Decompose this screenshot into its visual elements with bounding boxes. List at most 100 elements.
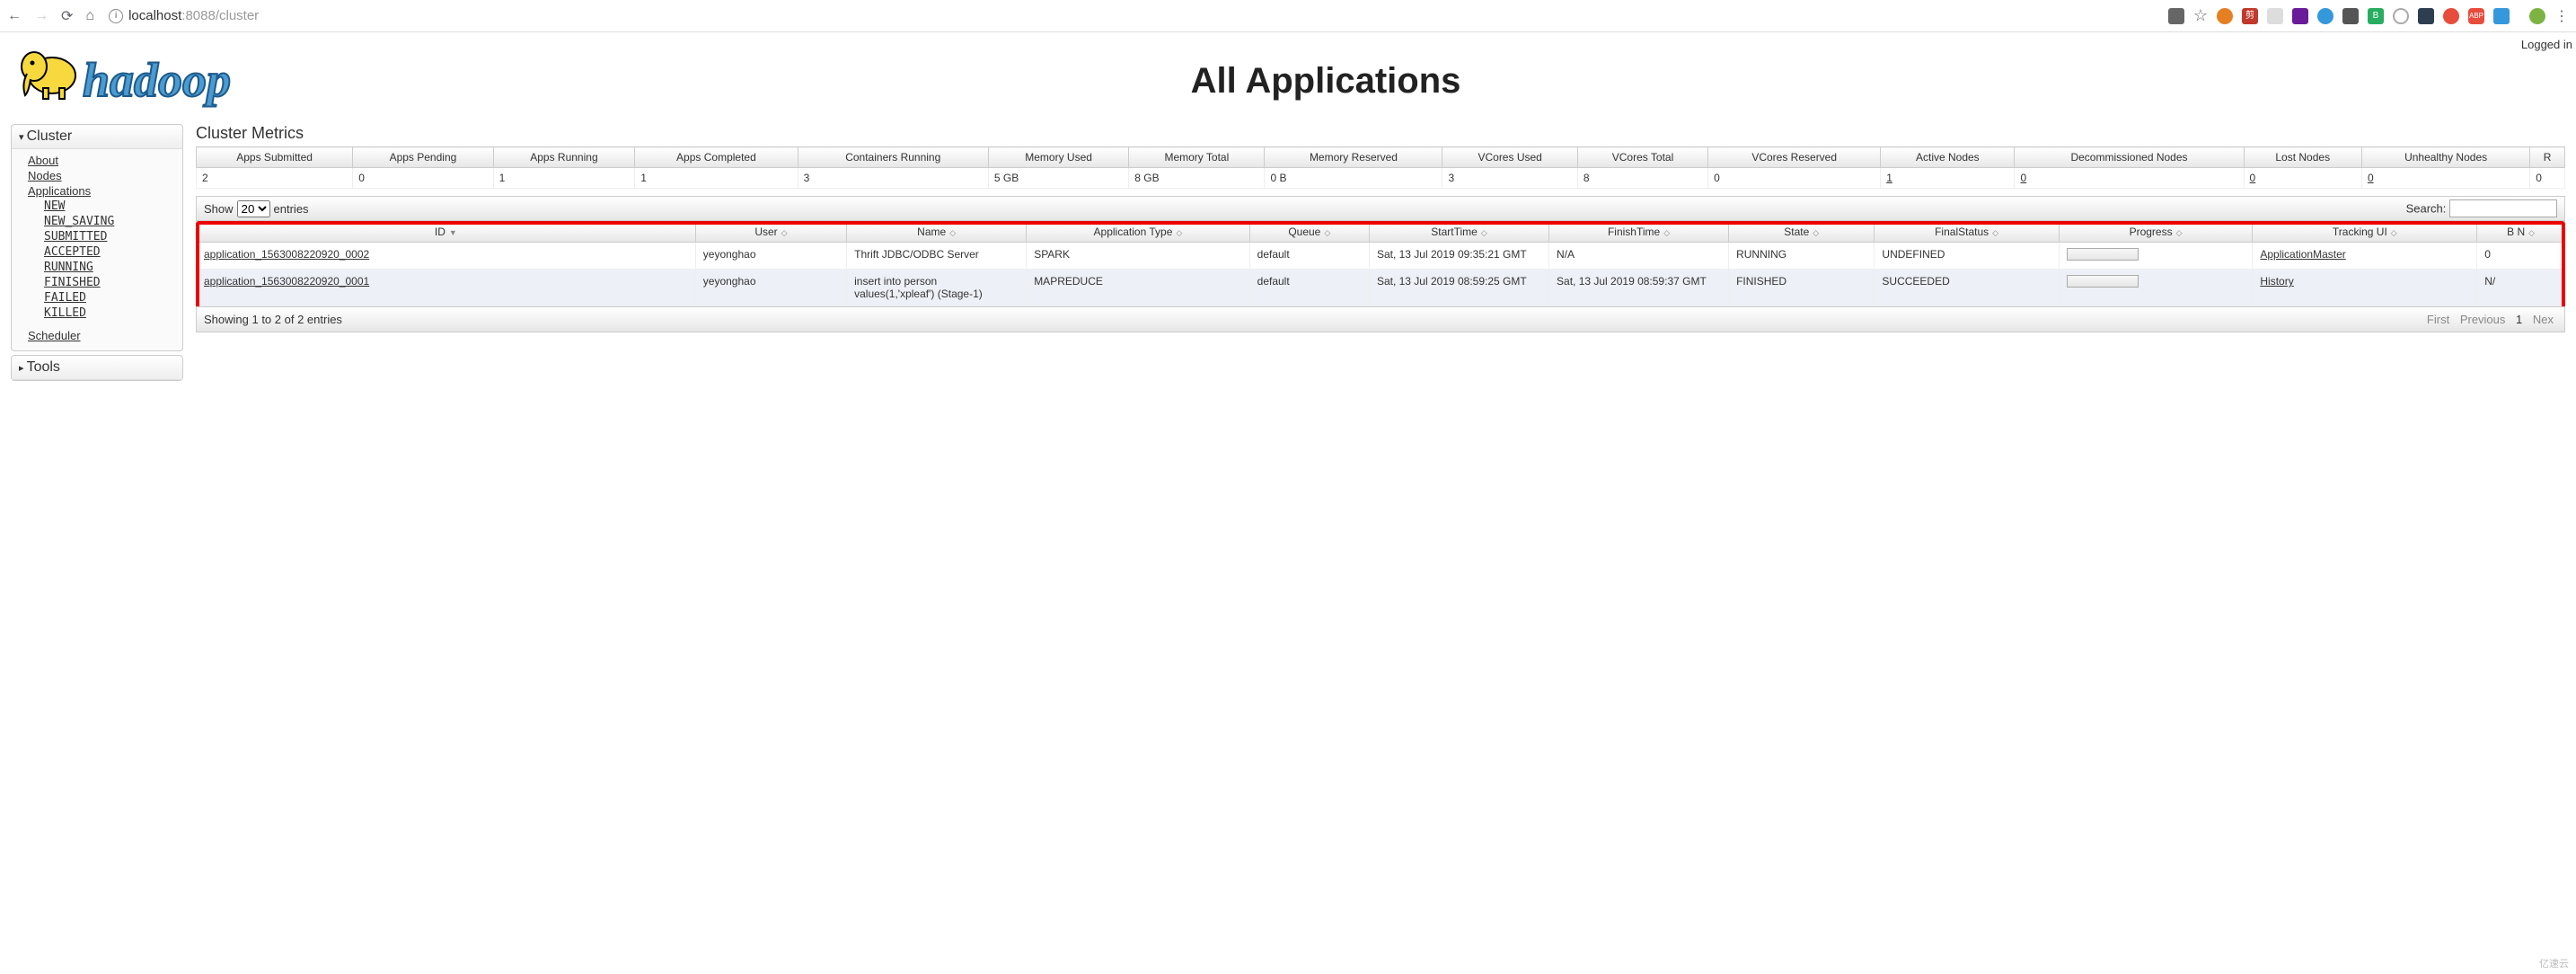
page-first[interactable]: First — [2427, 313, 2449, 326]
metrics-header: Memory Used — [988, 147, 1128, 168]
metrics-value: 1 — [635, 168, 798, 189]
apps-header[interactable]: Queue◇ — [1249, 222, 1369, 243]
hadoop-logo: hadoop — [14, 38, 302, 124]
metrics-header: Unhealthy Nodes — [2361, 147, 2529, 168]
metrics-value: 3 — [798, 168, 988, 189]
metrics-header: Active Nodes — [1881, 147, 2015, 168]
apps-header[interactable]: Application Type◇ — [1027, 222, 1249, 243]
table-cell: yeyonghao — [695, 270, 846, 306]
metrics-value: 3 — [1442, 168, 1577, 189]
apps-header[interactable]: Name◇ — [847, 222, 1027, 243]
table-cell: RUNNING — [1729, 243, 1875, 270]
ext-icon-11[interactable] — [2493, 8, 2510, 24]
page-prev[interactable]: Previous — [2460, 313, 2506, 326]
table-row: application_1563008220920_0002yeyonghaoT… — [197, 243, 2565, 270]
metrics-header: Apps Running — [493, 147, 635, 168]
forward-icon[interactable]: → — [34, 8, 49, 24]
sidebar-state-failed[interactable]: FAILED — [19, 290, 175, 305]
metrics-value: 1 — [1881, 168, 2015, 189]
metrics-value: 8 — [1577, 168, 1707, 189]
apps-header[interactable]: StartTime◇ — [1369, 222, 1548, 243]
reload-icon[interactable]: ⟳ — [61, 7, 73, 25]
apps-header[interactable]: Tracking UI◇ — [2253, 222, 2477, 243]
table-cell — [2059, 243, 2253, 270]
search-input[interactable] — [2449, 199, 2557, 217]
table-cell: FINISHED — [1729, 270, 1875, 306]
ext-icon-10[interactable] — [2443, 8, 2459, 24]
site-info-icon[interactable]: i — [109, 9, 123, 23]
apps-header[interactable]: State◇ — [1729, 222, 1875, 243]
table-cell: MAPREDUCE — [1027, 270, 1249, 306]
sidebar-tools-header[interactable]: Tools — [12, 356, 182, 380]
metrics-value: 8 GB — [1129, 168, 1265, 189]
ext-icon-9[interactable] — [2418, 8, 2434, 24]
ext-icon-7[interactable]: B — [2368, 8, 2384, 24]
sidebar-nodes[interactable]: Nodes — [19, 168, 175, 183]
table-cell: SPARK — [1027, 243, 1249, 270]
back-icon[interactable]: ← — [7, 8, 22, 24]
table-cell: insert into person values(1,'xpleaf') (S… — [847, 270, 1027, 306]
ext-icon-2[interactable]: 剪 — [2242, 8, 2258, 24]
translate-icon[interactable] — [2168, 8, 2184, 24]
metrics-header: VCores Total — [1577, 147, 1707, 168]
ext-icon-4[interactable] — [2292, 8, 2308, 24]
datatable-top: Show 20 entries Search: — [196, 196, 2565, 221]
metrics-value: 2 — [197, 168, 353, 189]
apps-header[interactable]: B N◇ — [2477, 222, 2565, 243]
page-1[interactable]: 1 — [2516, 313, 2522, 326]
metrics-header: VCores Reserved — [1708, 147, 1881, 168]
sidebar-state-finished[interactable]: FINISHED — [19, 275, 175, 290]
ext-icon-3[interactable] — [2267, 8, 2283, 24]
apps-header[interactable]: ID▼ — [197, 222, 696, 243]
sidebar-scheduler[interactable]: Scheduler — [19, 328, 175, 343]
metrics-value: 0 — [2530, 168, 2565, 189]
star-icon[interactable]: ☆ — [2193, 6, 2208, 25]
sidebar-state-killed[interactable]: KILLED — [19, 305, 175, 321]
apps-header[interactable]: User◇ — [695, 222, 846, 243]
show-label: Show — [204, 202, 234, 216]
page-header: Logged in hadoop All Applications — [0, 32, 2576, 124]
tracking-link[interactable]: History — [2260, 275, 2293, 288]
sidebar: Cluster About Nodes Applications NEW NEW… — [11, 124, 183, 385]
adblock-icon[interactable]: ABP — [2468, 8, 2484, 24]
address-bar[interactable]: i localhost:8088/cluster — [109, 8, 259, 23]
metrics-value: 0 — [2361, 168, 2529, 189]
sidebar-state-new[interactable]: NEW — [19, 199, 175, 214]
sidebar-state-accepted[interactable]: ACCEPTED — [19, 244, 175, 260]
apps-header[interactable]: FinishTime◇ — [1549, 222, 1729, 243]
avatar-icon[interactable] — [2529, 8, 2545, 24]
apps-header[interactable]: Progress◇ — [2059, 222, 2253, 243]
search-label: Search: — [2406, 202, 2447, 216]
ext-icon-5[interactable] — [2317, 8, 2333, 24]
table-cell: default — [1249, 270, 1369, 306]
table-cell: application_1563008220920_0001 — [197, 270, 696, 306]
sidebar-cluster-header[interactable]: Cluster — [12, 125, 182, 149]
ext-icon-6[interactable] — [2342, 8, 2359, 24]
table-cell: UNDEFINED — [1875, 243, 2059, 270]
page-title: All Applications — [302, 61, 2350, 102]
sidebar-state-running[interactable]: RUNNING — [19, 260, 175, 275]
tracking-link[interactable]: ApplicationMaster — [2260, 248, 2345, 261]
apps-header[interactable]: FinalStatus◇ — [1875, 222, 2059, 243]
sidebar-applications[interactable]: Applications — [19, 183, 175, 199]
ext-icon-8[interactable] — [2393, 8, 2409, 24]
ext-icon-1[interactable] — [2217, 8, 2233, 24]
entries-label: entries — [274, 202, 309, 216]
table-cell: ApplicationMaster — [2253, 243, 2477, 270]
table-cell: Sat, 13 Jul 2019 08:59:25 GMT — [1369, 270, 1548, 306]
table-cell: application_1563008220920_0002 — [197, 243, 696, 270]
metrics-value: 0 — [2244, 168, 2361, 189]
sidebar-about[interactable]: About — [19, 153, 175, 168]
menu-icon[interactable]: ⋮ — [2554, 7, 2569, 25]
entries-select[interactable]: 20 — [237, 200, 270, 217]
metrics-value: 0 B — [1265, 168, 1442, 189]
sidebar-state-submitted[interactable]: SUBMITTED — [19, 229, 175, 244]
table-row: application_1563008220920_0001 yeyonghaoi… — [197, 270, 2565, 306]
home-icon[interactable]: ⌂ — [85, 8, 94, 24]
app-id-link[interactable]: application_1563008220920_0001 — [204, 275, 369, 288]
sidebar-state-new-saving[interactable]: NEW_SAVING — [19, 214, 175, 229]
app-id-link[interactable]: application_1563008220920_0002 — [204, 248, 369, 261]
metrics-header: Lost Nodes — [2244, 147, 2361, 168]
metrics-value: 1 — [493, 168, 635, 189]
page-next[interactable]: Nex — [2533, 313, 2554, 326]
